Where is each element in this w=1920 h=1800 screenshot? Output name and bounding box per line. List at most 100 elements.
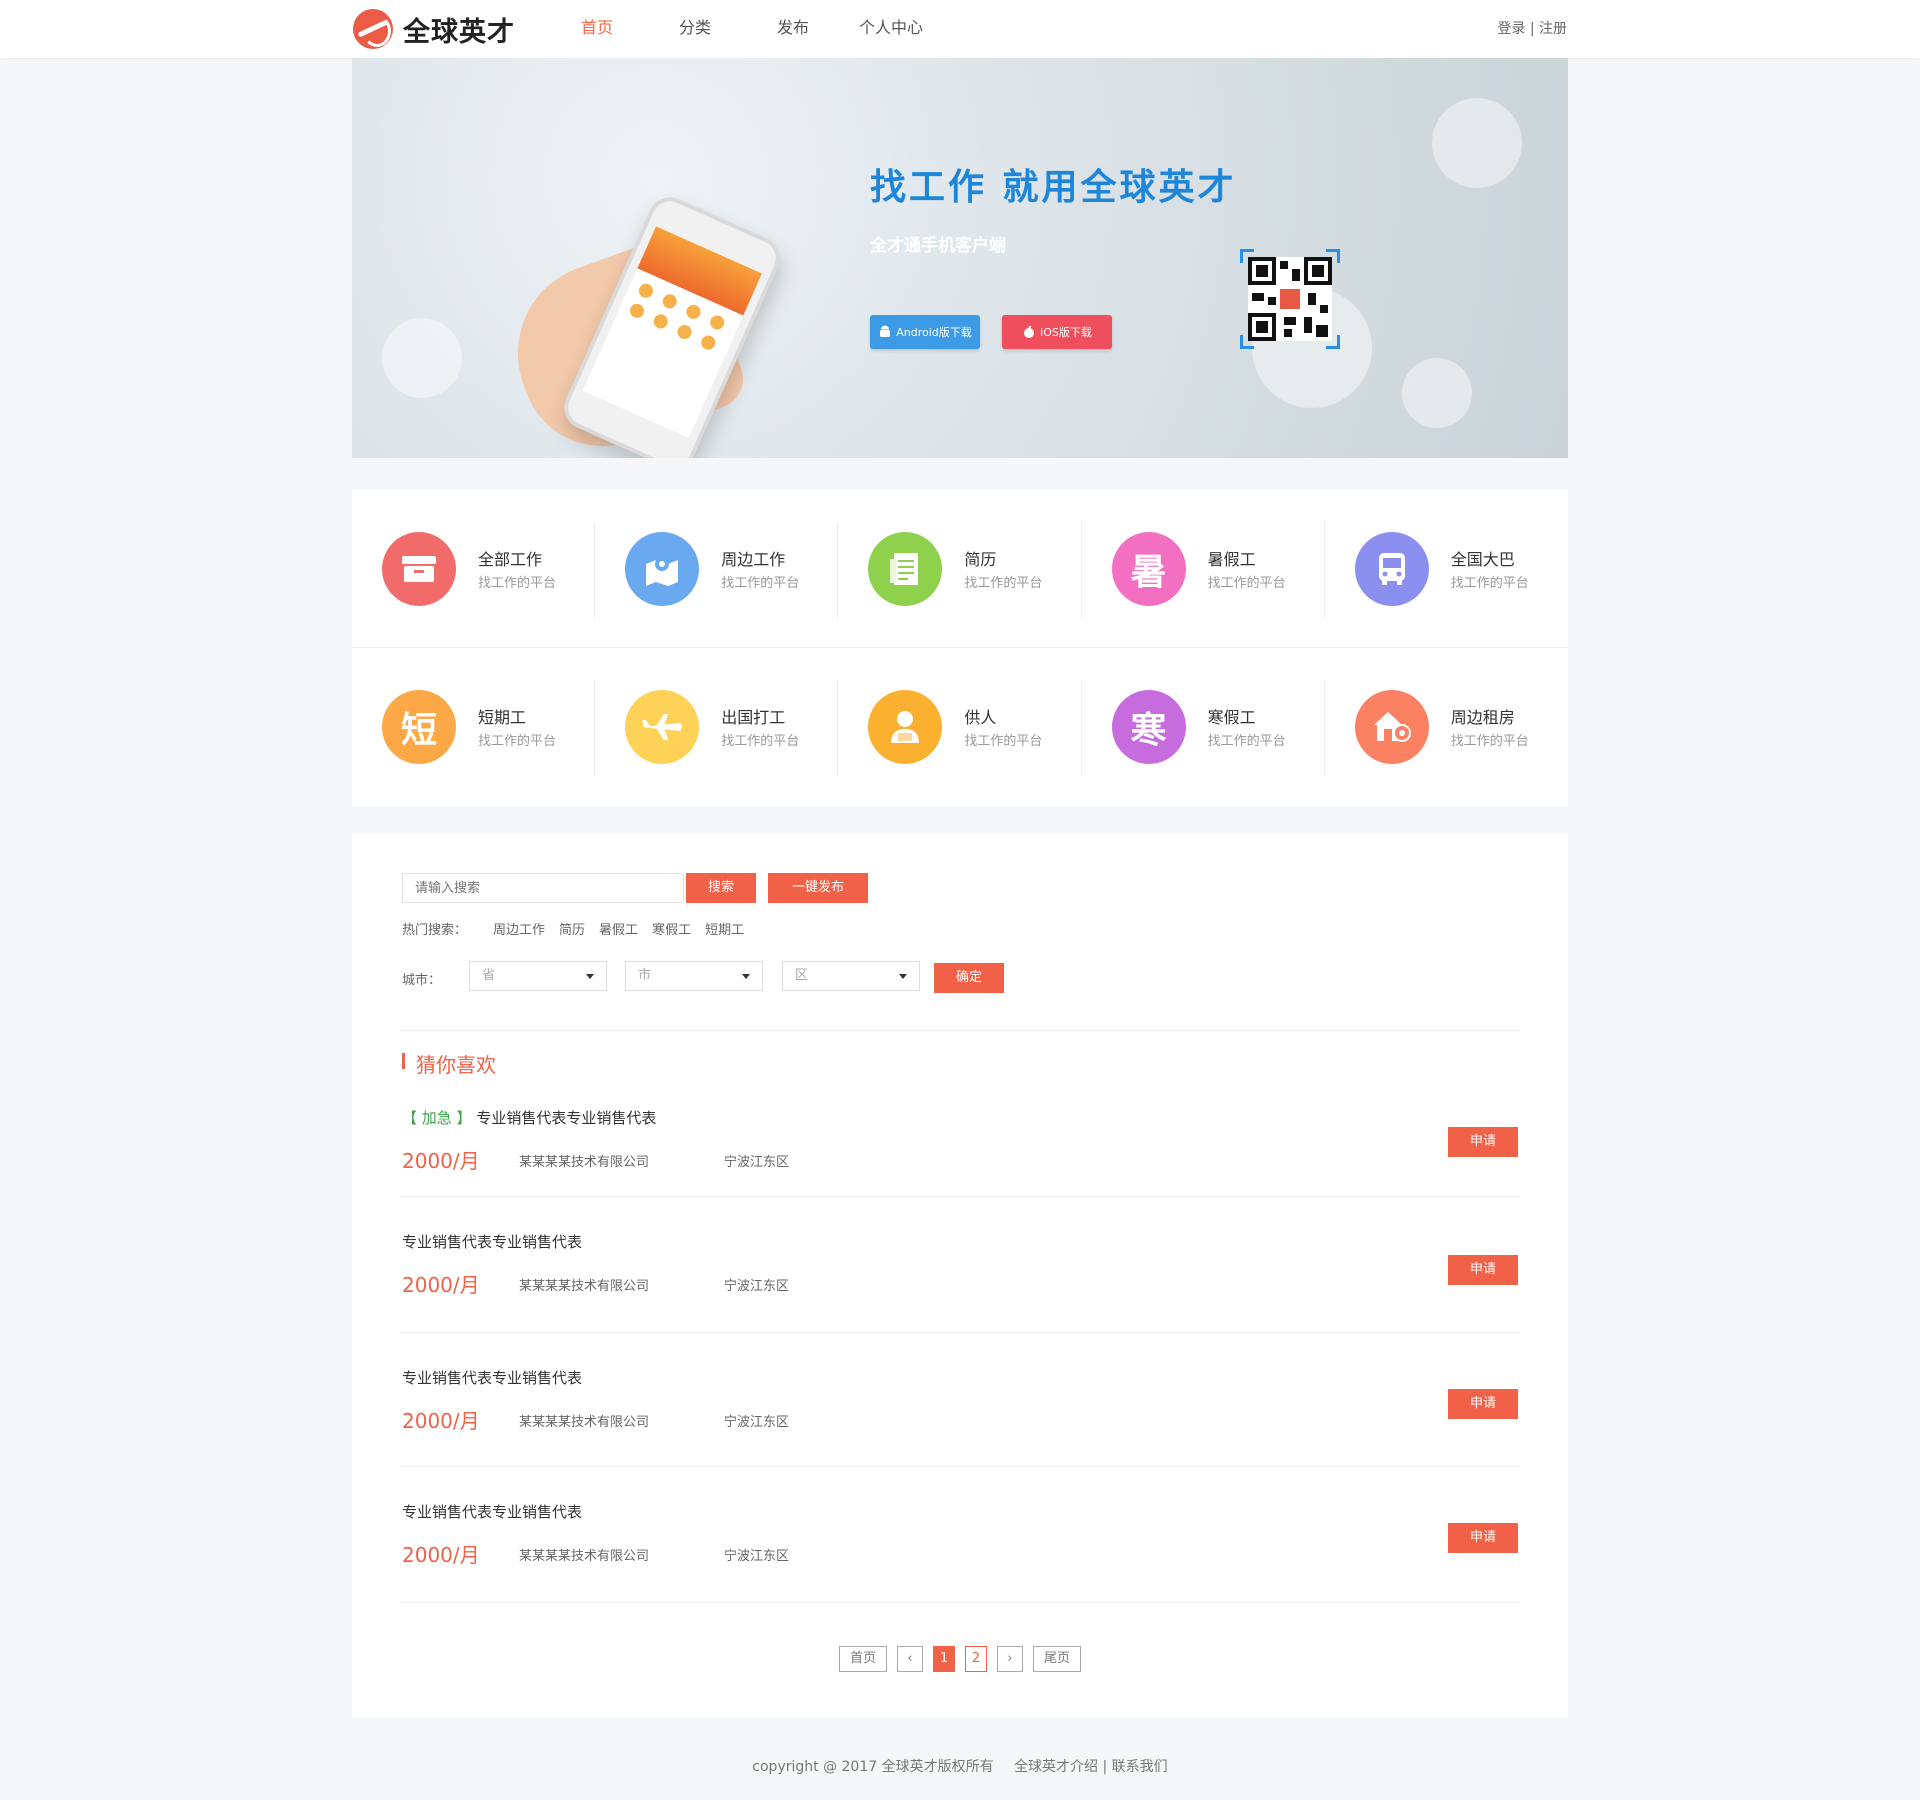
document-icon — [868, 532, 943, 606]
category-desc: 找工作的平台 — [721, 576, 800, 591]
footer: copyright @ 2017 全球英才版权所有 全球英才介绍 | 联系我们 — [0, 1756, 1920, 1776]
category-title: 全国大巴 — [1450, 550, 1515, 569]
category-title: 出国打工 — [721, 708, 786, 727]
job-location: 宁波江东区 — [724, 1549, 790, 1564]
auth-separator: | — [1529, 21, 1535, 37]
job-title-text: 专业销售代表专业销售代表 — [476, 1109, 657, 1127]
urgent-tag: 【 加急 】 — [402, 1109, 472, 1127]
footer-links[interactable]: 全球英才介绍 | 联系我们 — [1014, 1759, 1168, 1775]
last-page-button[interactable]: 尾页 — [1033, 1646, 1082, 1672]
page-1-button[interactable]: 1 — [933, 1646, 955, 1672]
nav-home[interactable]: 首页 — [548, 0, 646, 58]
category-desc: 找工作的平台 — [1207, 734, 1286, 749]
job-salary: 2000/月 — [402, 1273, 480, 1297]
category-short-term[interactable]: 短 短期工 找工作的平台 — [352, 648, 596, 806]
category-title: 供人 — [964, 708, 997, 727]
job-item[interactable]: 专业销售代表专业销售代表 2000/月 某某某某技术有限公司 宁波江东区 申请 — [400, 1197, 1520, 1333]
site-logo[interactable]: 全球英才 — [353, 8, 533, 50]
auth-links: 登录 | 注册 — [1497, 18, 1567, 38]
prev-page-button[interactable]: ‹ — [897, 1646, 923, 1672]
banner-title: 找工作 就用全球英才 — [870, 167, 1237, 208]
chevron-down-icon — [899, 974, 907, 979]
category-summer-work[interactable]: 暑 暑假工 找工作的平台 — [1082, 490, 1325, 648]
logo-text: 全球英才 — [403, 16, 515, 48]
hot-keyword[interactable]: 暑假工 — [599, 919, 638, 938]
category-desc: 找工作的平台 — [964, 576, 1043, 591]
first-page-button[interactable]: 首页 — [838, 1646, 887, 1672]
nav-category[interactable]: 分类 — [646, 0, 744, 58]
quick-publish-button[interactable]: 一键发布 — [768, 873, 868, 903]
job-salary: 2000/月 — [402, 1409, 480, 1433]
category-desc: 找工作的平台 — [1207, 576, 1286, 591]
chevron-down-icon — [586, 974, 594, 979]
category-title: 周边租房 — [1450, 708, 1515, 727]
ios-download-button[interactable]: iOS版下载 — [1002, 315, 1112, 349]
job-title-text: 专业销售代表专业销售代表 — [402, 1233, 583, 1251]
summer-char-icon: 暑 — [1111, 532, 1186, 606]
category-title: 周边工作 — [721, 550, 786, 569]
job-item[interactable]: 专业销售代表专业销售代表 2000/月 某某某某技术有限公司 宁波江东区 申请 — [400, 1333, 1520, 1467]
category-grid: 全部工作 找工作的平台 周边工作 找工作的平台 简历 找工作的平台 暑 暑假工 … — [352, 490, 1568, 806]
district-select[interactable]: 区 — [782, 961, 920, 991]
apply-button[interactable]: 申请 — [1448, 1523, 1518, 1553]
hot-keyword[interactable]: 周边工作 — [493, 919, 545, 938]
category-national-bus[interactable]: 全国大巴 找工作的平台 — [1325, 490, 1568, 648]
hot-keyword[interactable]: 寒假工 — [652, 919, 691, 938]
bokeh-light — [1432, 98, 1522, 188]
house-key-icon — [1354, 690, 1429, 764]
category-all-jobs[interactable]: 全部工作 找工作的平台 — [352, 490, 596, 648]
category-row: 全部工作 找工作的平台 周边工作 找工作的平台 简历 找工作的平台 暑 暑假工 … — [352, 490, 1568, 648]
confirm-button[interactable]: 确定 — [934, 963, 1004, 993]
province-select[interactable]: 省 — [469, 961, 607, 991]
apply-button[interactable]: 申请 — [1448, 1389, 1518, 1419]
province-select-value: 省 — [482, 968, 496, 983]
app-banner: 找工作 就用全球英才 全才通手机客户端 Android版下载 iOS版下载 — [352, 58, 1568, 458]
job-title-text: 专业销售代表专业销售代表 — [402, 1503, 583, 1521]
job-item[interactable]: 【 加急 】 专业销售代表专业销售代表 2000/月 某某某某技术有限公司 宁波… — [400, 1083, 1520, 1197]
android-download-button[interactable]: Android版下载 — [870, 315, 980, 349]
winter-char-icon: 寒 — [1111, 690, 1186, 764]
person-icon — [868, 690, 943, 764]
briefcase-icon — [382, 532, 456, 606]
city-select-value: 市 — [638, 968, 652, 983]
search-button[interactable]: 搜索 — [686, 873, 756, 903]
login-link[interactable]: 登录 — [1497, 21, 1525, 37]
hot-keyword[interactable]: 简历 — [559, 919, 585, 938]
job-item[interactable]: 专业销售代表专业销售代表 2000/月 某某某某技术有限公司 宁波江东区 申请 — [400, 1467, 1520, 1603]
job-salary: 2000/月 — [402, 1149, 480, 1173]
category-title: 简历 — [964, 550, 997, 569]
category-work-abroad[interactable]: 出国打工 找工作的平台 — [595, 648, 839, 806]
category-desc: 找工作的平台 — [478, 734, 557, 749]
hot-keyword[interactable]: 短期工 — [705, 919, 744, 938]
page-2-button[interactable]: 2 — [965, 1646, 987, 1672]
category-nearby-rental[interactable]: 周边租房 找工作的平台 — [1325, 648, 1568, 806]
bokeh-light — [1402, 358, 1472, 428]
category-resume[interactable]: 简历 找工作的平台 — [838, 490, 1082, 648]
job-location: 宁波江东区 — [724, 1279, 790, 1294]
next-page-button[interactable]: › — [997, 1646, 1023, 1672]
qr-code-icon — [1248, 257, 1332, 341]
chevron-down-icon — [742, 974, 750, 979]
category-title: 全部工作 — [478, 550, 543, 569]
nav-publish[interactable]: 发布 — [744, 0, 842, 58]
apple-icon — [1024, 325, 1035, 338]
city-label: 城市： — [402, 973, 442, 988]
category-supply-workers[interactable]: 供人 找工作的平台 — [838, 648, 1082, 806]
city-select[interactable]: 市 — [625, 961, 763, 991]
apply-button[interactable]: 申请 — [1448, 1127, 1518, 1157]
short-char-icon: 短 — [382, 690, 456, 764]
register-link[interactable]: 注册 — [1539, 21, 1567, 37]
category-winter-work[interactable]: 寒 寒假工 找工作的平台 — [1082, 648, 1325, 806]
job-location: 宁波江东区 — [724, 1415, 790, 1430]
category-nearby-jobs[interactable]: 周边工作 找工作的平台 — [595, 490, 839, 648]
qr-code — [1240, 249, 1340, 349]
pagination: 首页 ‹ 1 2 › 尾页 — [352, 1646, 1568, 1672]
nav-profile[interactable]: 个人中心 — [842, 0, 940, 58]
category-row: 短 短期工 找工作的平台 出国打工 找工作的平台 供人 找工作的平台 寒 寒假工… — [352, 648, 1568, 806]
search-input[interactable] — [402, 873, 684, 903]
job-salary: 2000/月 — [402, 1543, 480, 1567]
bokeh-light — [382, 318, 462, 398]
recommend-title: 猜你喜欢 — [402, 1049, 496, 1078]
android-icon — [880, 325, 891, 337]
apply-button[interactable]: 申请 — [1448, 1255, 1518, 1285]
